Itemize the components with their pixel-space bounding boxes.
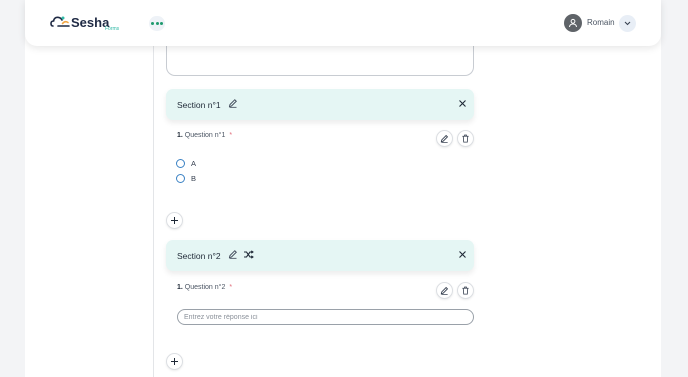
- radio-button[interactable]: [176, 158, 185, 168]
- user-name[interactable]: Romain: [587, 18, 615, 27]
- trash-icon: [462, 286, 469, 295]
- radio-option-a[interactable]: A: [176, 158, 196, 168]
- edit-question-button[interactable]: [436, 130, 453, 147]
- section-header-2: Section n°2: [166, 240, 474, 271]
- question-text: Question n°1: [184, 132, 226, 139]
- delete-question-button[interactable]: [457, 282, 474, 299]
- pencil-icon[interactable]: [228, 98, 238, 108]
- required-mark: *: [229, 284, 233, 291]
- pencil-icon: [440, 286, 449, 295]
- section-title: Section n°2: [177, 251, 221, 261]
- question-label-2: 1. Question n°2 *: [177, 284, 232, 291]
- question-number: 1.: [177, 284, 183, 291]
- section-header-1: Section n°1: [166, 89, 474, 120]
- radio-label: A: [191, 158, 197, 168]
- chevron-down-icon: [624, 21, 631, 26]
- user-avatar[interactable]: [564, 14, 582, 32]
- plus-icon: [171, 217, 178, 224]
- add-element-button[interactable]: [166, 212, 183, 229]
- required-mark: *: [229, 132, 233, 139]
- pencil-icon[interactable]: [228, 249, 238, 259]
- app-logo[interactable]: Sesha Forms: [50, 12, 130, 34]
- more-menu-button[interactable]: [149, 16, 165, 31]
- trash-icon: [462, 134, 469, 143]
- user-icon: [569, 18, 577, 28]
- user-menu-button[interactable]: [619, 15, 636, 32]
- section-title: Section n°1: [177, 100, 221, 110]
- question-text: Question n°2: [184, 284, 226, 291]
- delete-question-button[interactable]: [457, 130, 474, 147]
- plus-icon: [171, 358, 178, 365]
- edit-question-button[interactable]: [436, 282, 453, 299]
- question-number: 1.: [177, 132, 183, 139]
- answer-text-input[interactable]: [177, 309, 474, 325]
- radio-option-b[interactable]: B: [176, 173, 196, 183]
- dot: [160, 22, 163, 25]
- add-element-button[interactable]: [166, 353, 183, 370]
- close-icon[interactable]: [458, 99, 467, 108]
- logo-text: Sesha: [71, 15, 110, 30]
- shuffle-icon[interactable]: [243, 250, 254, 259]
- close-icon[interactable]: [458, 250, 467, 259]
- dot: [155, 22, 159, 25]
- radio-button[interactable]: [176, 173, 185, 183]
- pencil-icon: [440, 134, 449, 143]
- top-header: Sesha Forms Romain: [25, 0, 661, 46]
- left-divider: [153, 46, 154, 377]
- logo-subtitle: Forms: [105, 26, 120, 32]
- dot: [151, 22, 154, 25]
- question-label-1: 1. Question n°1 *: [177, 132, 232, 139]
- form-description-field[interactable]: [166, 44, 474, 76]
- radio-label: B: [191, 173, 197, 183]
- cloud-logo-icon: [50, 16, 70, 27]
